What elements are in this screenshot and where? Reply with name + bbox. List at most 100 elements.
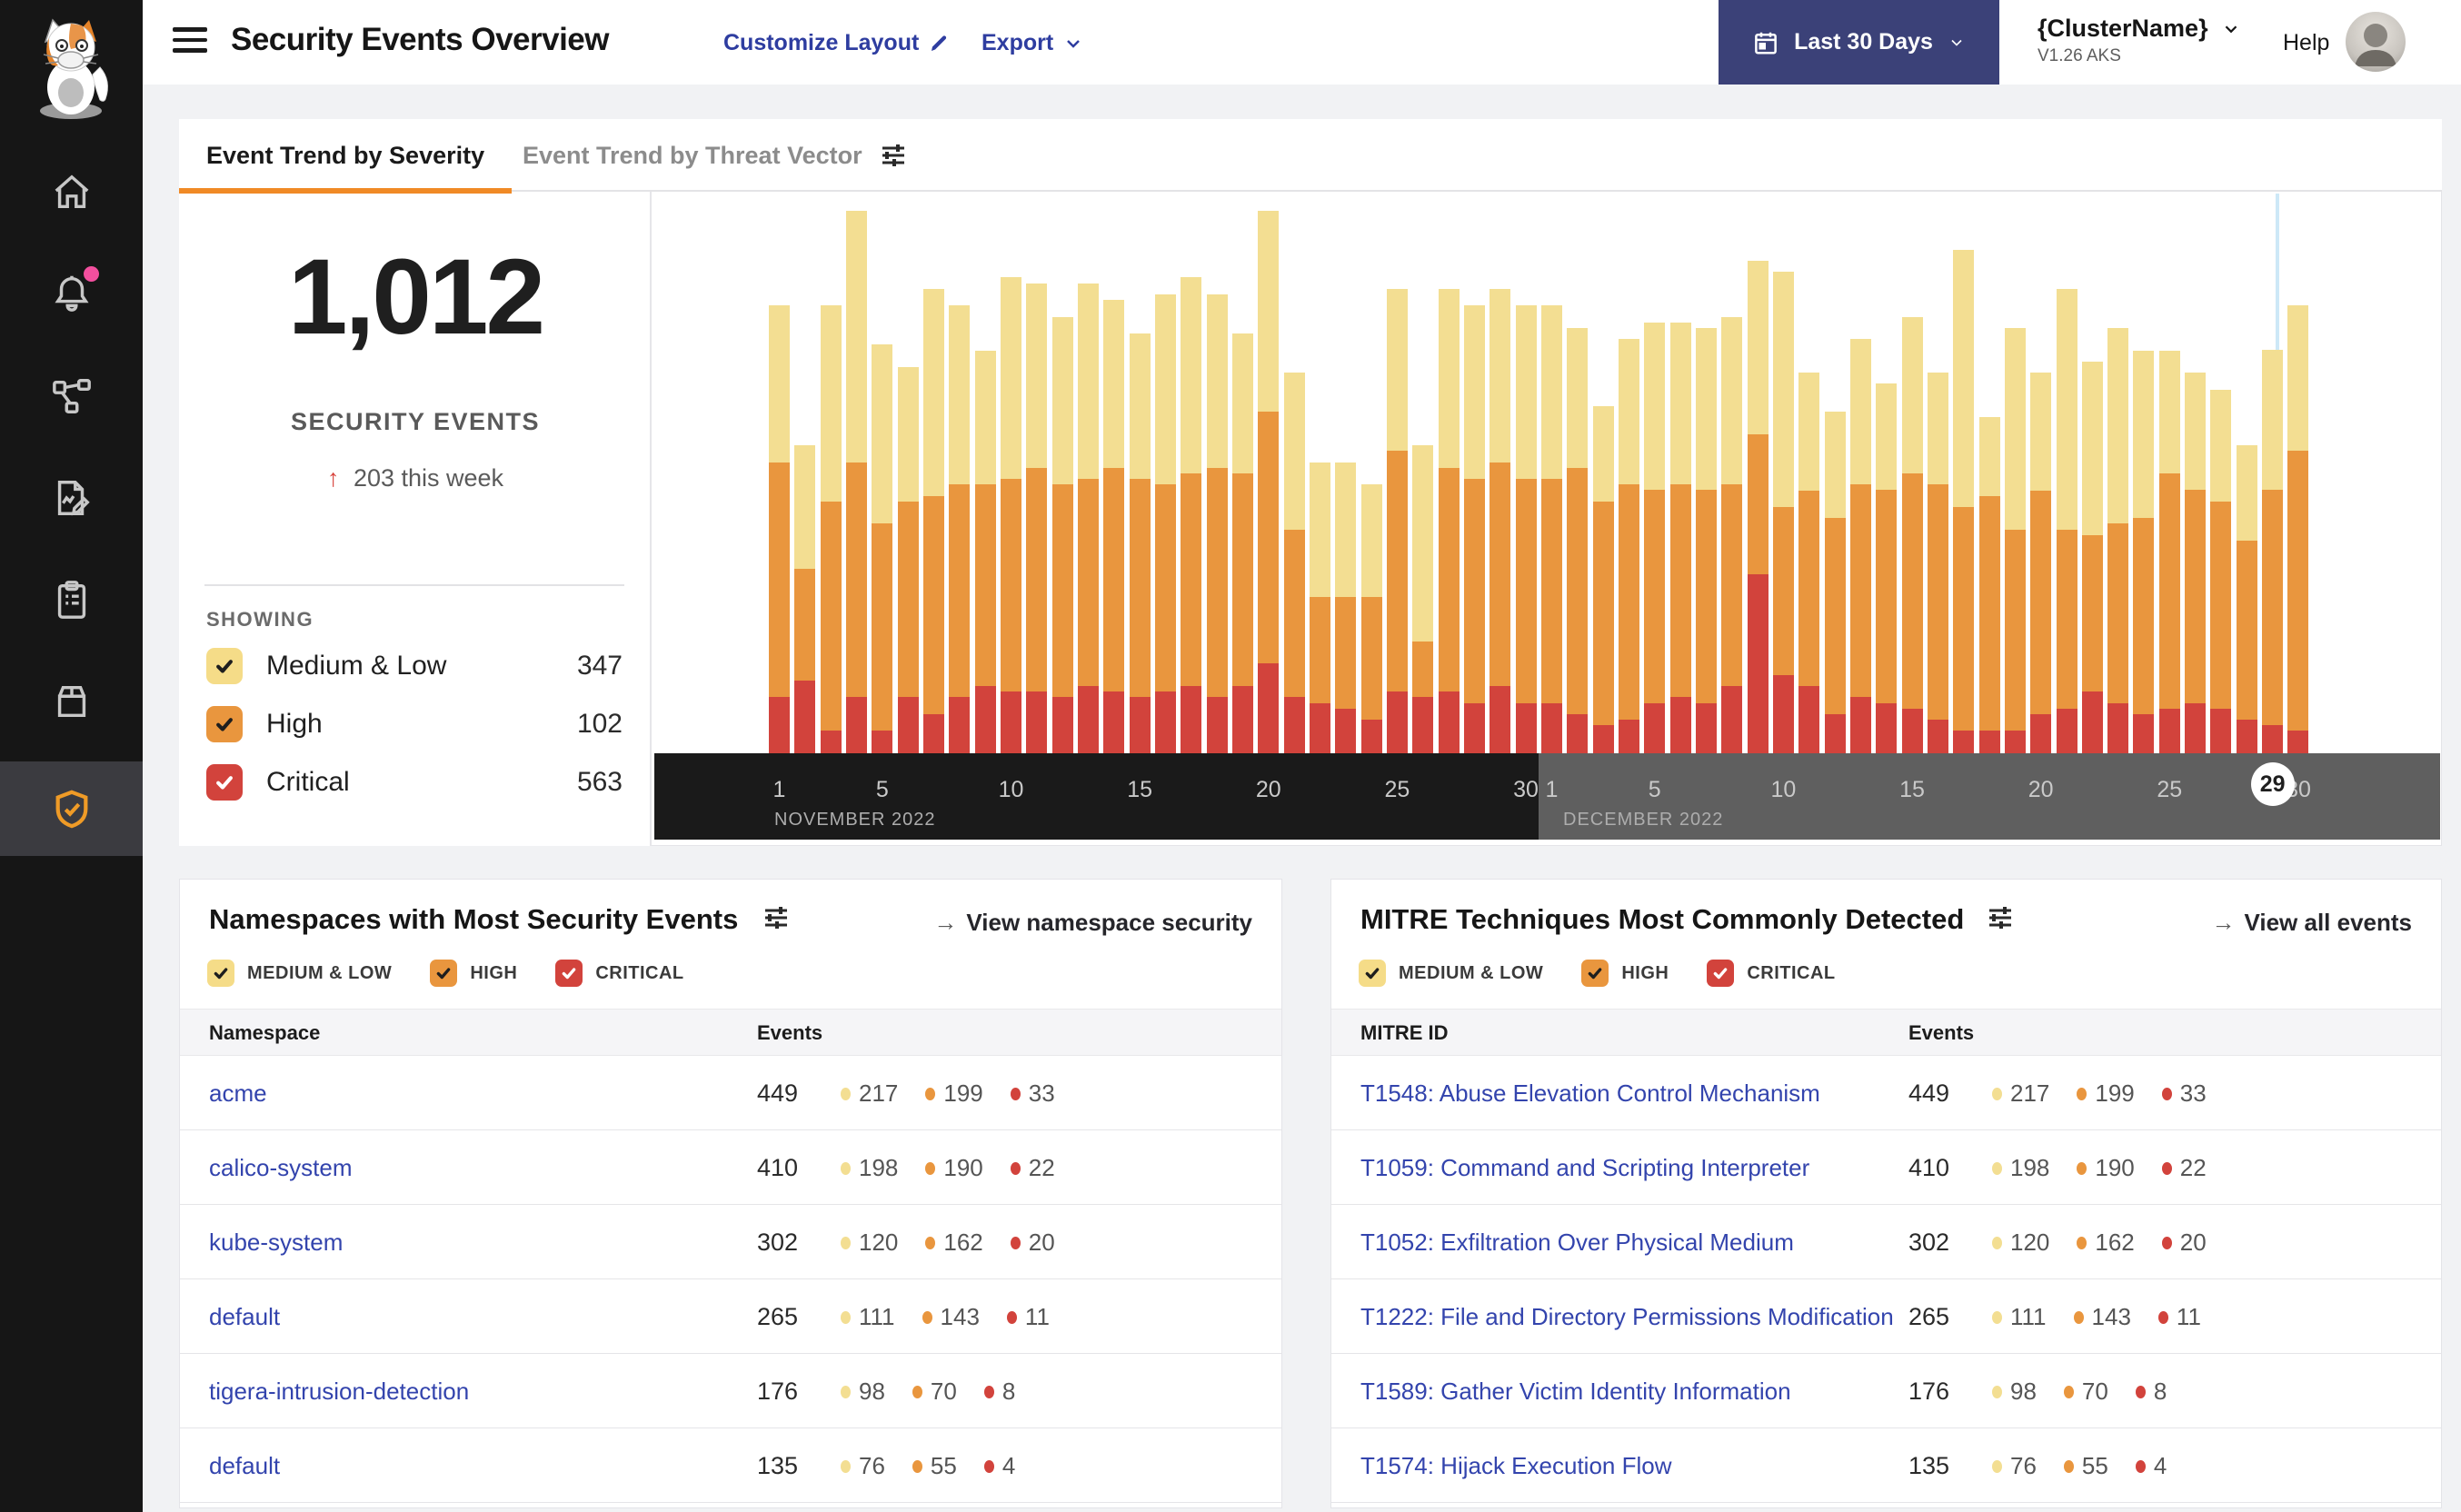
chart-bar[interactable] [1258,210,1280,753]
user-avatar[interactable] [2346,12,2406,72]
chart-bar[interactable] [2185,373,2207,753]
chart-bar[interactable] [1540,305,1562,753]
chart-bar[interactable] [1669,322,1691,753]
chart-bar[interactable] [1592,406,1614,753]
chart-bar[interactable] [1747,260,1769,753]
chart-bar[interactable] [1103,300,1125,753]
checkbox-high[interactable] [206,706,243,742]
chart-bar[interactable] [1901,316,1923,753]
customize-layout-button[interactable]: Customize Layout [723,30,950,56]
chart-bar[interactable] [1438,288,1460,753]
chip-high[interactable]: HIGH [1581,960,1669,987]
tab-event-trend-by-severity[interactable]: Event Trend by Severity [179,119,513,194]
namespace-link[interactable]: kube-system [209,1228,343,1257]
severity-checkbox-high[interactable]: High 102 [206,704,623,744]
chart-bar[interactable] [1876,383,1898,753]
mitre-technique-link[interactable]: T1574: Hijack Execution Flow [1360,1452,1671,1480]
chart-bar[interactable] [1567,327,1589,753]
severity-checkbox-medium-low[interactable]: Medium & Low 347 [206,646,623,686]
chart-bar[interactable] [897,366,919,753]
selected-day-marker[interactable]: 29 [2250,762,2295,806]
chart-bar[interactable] [2081,361,2103,753]
sidebar-item-compliance[interactable] [0,552,143,647]
chart-bar[interactable] [1026,283,1048,753]
cluster-selector[interactable]: {ClusterName} V1.26 AKS [2038,15,2241,66]
chart-bar[interactable] [794,445,816,753]
chart-bar[interactable] [1129,333,1151,753]
sidebar-item-security[interactable] [0,761,143,856]
mitre-technique-link[interactable]: T1548: Abuse Elevation Control Mechanism [1360,1079,1820,1108]
namespaces-filter-button[interactable] [762,903,791,937]
chart-bar[interactable] [2287,305,2309,753]
namespace-link[interactable]: acme [209,1079,267,1108]
chart-bar[interactable] [1644,322,1666,753]
namespace-link[interactable]: calico-system [209,1154,352,1182]
chart-bar[interactable] [1335,462,1357,753]
chip-high[interactable]: HIGH [430,960,517,987]
chart-bar[interactable] [1360,484,1382,753]
chip-critical[interactable]: CRITICAL [1707,960,1835,987]
chart-bar[interactable] [1051,316,1073,753]
chart-bar[interactable] [1283,373,1305,753]
chart-bar[interactable] [1772,272,1794,753]
sidebar-item-service-graph[interactable] [0,349,143,443]
namespace-link[interactable]: default [209,1452,280,1480]
chart-bar[interactable] [1154,293,1176,753]
sidebar-item-home[interactable] [0,145,143,240]
chart-bar[interactable] [769,305,790,753]
chart-bar[interactable] [1231,333,1253,753]
help-link[interactable]: Help [2283,30,2329,56]
chart-bar[interactable] [1695,327,1717,753]
date-range-button[interactable]: Last 30 Days [1719,0,1999,85]
chip-medium-low[interactable]: MEDIUM & LOW [1359,960,1543,987]
checkbox-critical[interactable] [206,764,243,801]
chart-bar[interactable] [1978,417,2000,753]
chart-bar[interactable] [872,344,893,753]
sidebar-item-alerts[interactable] [0,247,143,342]
chart-bar[interactable] [1386,288,1408,753]
chart-bar[interactable] [2262,350,2284,753]
sidebar-item-packages[interactable] [0,654,143,749]
mitre-technique-link[interactable]: T1222: File and Directory Permissions Mo… [1360,1303,1894,1331]
chart-bar[interactable] [1798,373,1820,753]
chart-bar[interactable] [1412,445,1434,753]
chip-medium-low[interactable]: MEDIUM & LOW [207,960,392,987]
chart-bar[interactable] [1490,288,1511,753]
chart-bar[interactable] [949,305,971,753]
namespace-link[interactable]: default [209,1303,280,1331]
namespace-link[interactable]: tigera-intrusion-detection [209,1378,469,1406]
chart-bar[interactable] [2236,445,2257,753]
view-namespace-security-link[interactable]: → View namespace security [933,909,1252,937]
chart-bar[interactable] [1824,412,1846,753]
chart-bar[interactable] [2133,350,2155,753]
chart-bar[interactable] [2030,373,2052,753]
chart-bar[interactable] [1618,339,1639,753]
export-button[interactable]: Export [981,30,1084,56]
chart-bar[interactable] [1309,462,1330,753]
chart-bar[interactable] [1849,339,1871,753]
checkbox-medium-low[interactable] [206,648,243,684]
mitre-filter-button[interactable] [1986,903,2015,937]
chart-bar[interactable] [1077,283,1099,753]
hamburger-menu-icon[interactable] [173,27,207,56]
tab-event-trend-by-threat-vector[interactable]: Event Trend by Threat Vector [523,119,862,192]
chart-bar[interactable] [2004,327,2026,753]
chart-bar[interactable] [2210,389,2232,753]
mitre-technique-link[interactable]: T1059: Command and Scripting Interpreter [1360,1154,1809,1182]
chart-bar[interactable] [2056,288,2077,753]
chart-bar[interactable] [922,288,944,753]
chip-critical[interactable]: CRITICAL [555,960,683,987]
severity-checkbox-critical[interactable]: Critical 563 [206,762,623,802]
chart-bar[interactable] [974,350,996,753]
chart-bar[interactable] [1953,249,1975,753]
chart-bar[interactable] [845,210,867,753]
chart-bar[interactable] [1181,277,1202,753]
chart-x-axis[interactable]: NOVEMBER 2022 DECEMBER 2022 1 5 10 15 20 25 30… [654,753,2440,840]
chart-bar[interactable] [2158,350,2180,753]
mitre-technique-link[interactable]: T1052: Exfiltration Over Physical Medium [1360,1228,1794,1257]
chart-bar[interactable] [2107,327,2129,753]
chart-bar[interactable] [1721,316,1743,753]
chart-bar[interactable] [1515,305,1537,753]
sidebar-item-reports[interactable] [0,451,143,545]
chart-bar[interactable] [820,305,842,753]
